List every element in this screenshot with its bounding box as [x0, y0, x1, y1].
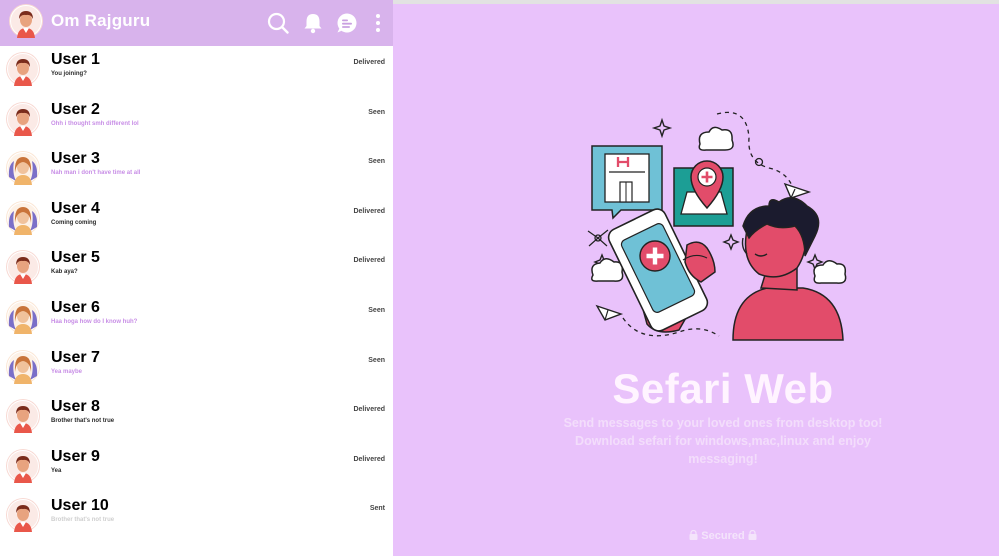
- chat-message-status: Delivered: [353, 208, 385, 215]
- avatar: [6, 52, 40, 86]
- avatar: [6, 300, 40, 334]
- chat-message-status: Delivered: [353, 59, 385, 66]
- avatar: [6, 350, 40, 384]
- chat-last-message: Yea: [51, 468, 62, 474]
- lock-icon: [748, 529, 757, 540]
- chat-last-message: Nah man i don't have time at all: [51, 170, 141, 176]
- avatar: [6, 498, 40, 532]
- profile-name: Om Rajguru: [51, 11, 151, 30]
- chat-contact-name: User 5: [51, 249, 100, 266]
- chat-message-status: Seen: [368, 307, 385, 314]
- avatar: [6, 399, 40, 433]
- chat-message-status: Sent: [369, 505, 385, 512]
- welcome-panel: Sefari Web Send messages to your loved o…: [393, 0, 999, 556]
- chat-message-status: Delivered: [353, 456, 385, 463]
- chat-list-item[interactable]: User 7 Yea maybe Seen: [0, 344, 393, 393]
- chat-list-item[interactable]: User 5 Kab aya? Delivered: [0, 244, 393, 293]
- app-title: Sefari Web: [612, 365, 834, 412]
- secured-label: Secured: [701, 530, 745, 542]
- chat-message-status: Delivered: [353, 257, 385, 264]
- chat-message-status: Seen: [368, 158, 385, 165]
- avatar: [6, 449, 40, 483]
- lock-icon: [689, 529, 698, 540]
- avatar: [6, 201, 40, 235]
- avatar: [6, 151, 40, 185]
- chat-list-item[interactable]: User 4 Coming coming Delivered: [0, 195, 393, 244]
- chat-contact-name: User 4: [51, 200, 100, 217]
- chat-list-item[interactable]: User 9 Yea Delivered: [0, 443, 393, 492]
- chat-contact-name: User 1: [51, 51, 100, 68]
- search-icon[interactable]: [267, 12, 289, 34]
- chat-last-message: Ohh i thought smh different lol: [51, 121, 139, 127]
- chat-contact-name: User 10: [51, 497, 109, 514]
- chat-last-message: Brother that's not true: [51, 418, 115, 424]
- app-tagline: Send messages to your loved ones from de…: [563, 416, 883, 466]
- panel-divider: [393, 0, 999, 4]
- more-vert-icon[interactable]: [371, 12, 385, 34]
- chat-last-message: Haa hoga how do I know huh?: [51, 319, 138, 325]
- chat-list-item[interactable]: User 10 Brother that's not true Sent: [0, 492, 393, 541]
- chat-message-status: Seen: [368, 357, 385, 364]
- chat-last-message: Yea maybe: [51, 369, 83, 375]
- chat-contact-name: User 9: [51, 448, 100, 465]
- chat-last-message: You joining?: [51, 71, 87, 77]
- chat-message-status: Seen: [368, 109, 385, 116]
- chat-list-item[interactable]: User 1 You joining? Delivered: [0, 46, 393, 95]
- chat-list-item[interactable]: User 3 Nah man i don't have time at all Se…: [0, 145, 393, 194]
- chat-list-item[interactable]: User 2 Ohh i thought smh different lol See…: [0, 96, 393, 145]
- chat-list: User 1 You joining? Delivered User 2 Ohh i t…: [0, 46, 393, 556]
- chat-message-status: Delivered: [353, 406, 385, 413]
- new-chat-icon[interactable]: [336, 12, 358, 34]
- chat-list-item[interactable]: User 6 Haa hoga how do I know huh? Seen: [0, 294, 393, 343]
- messaging-illustration: [587, 111, 847, 341]
- avatar: [6, 102, 40, 136]
- chat-contact-name: User 2: [51, 101, 100, 118]
- sidebar-header: Om Rajguru: [0, 0, 393, 46]
- chat-sidebar: Om Rajguru User 1 You joining? Delivered Us…: [0, 0, 393, 556]
- avatar: [6, 250, 40, 284]
- chat-last-message: Coming coming: [51, 220, 97, 226]
- bell-icon[interactable]: [302, 12, 324, 34]
- profile-avatar[interactable]: [9, 4, 43, 38]
- chat-contact-name: User 7: [51, 349, 100, 366]
- secured-notice: Secured: [393, 529, 999, 542]
- chat-contact-name: User 8: [51, 398, 100, 415]
- chat-contact-name: User 3: [51, 150, 100, 167]
- chat-last-message: Kab aya?: [51, 269, 78, 275]
- chat-contact-name: User 6: [51, 299, 100, 316]
- chat-list-item[interactable]: User 8 Brother that's not true Delivered: [0, 393, 393, 442]
- chat-last-message: Brother that's not true: [51, 517, 115, 523]
